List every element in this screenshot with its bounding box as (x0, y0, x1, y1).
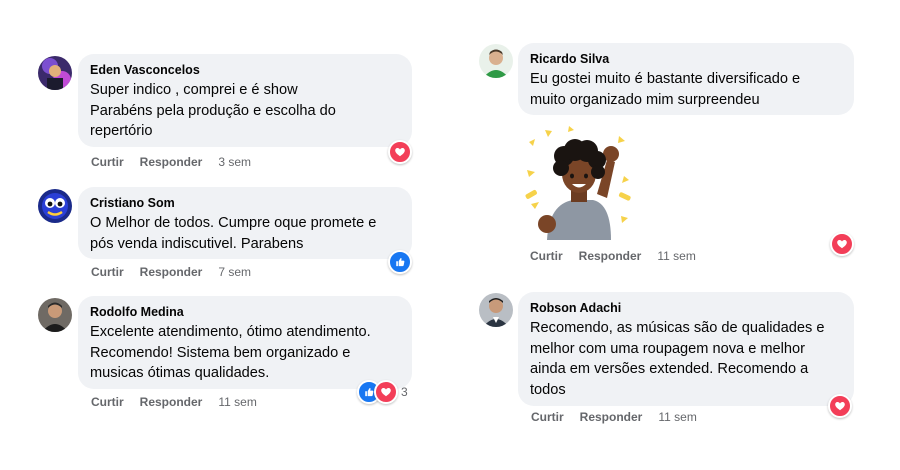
like-icon (388, 250, 412, 274)
comment-timestamp[interactable]: 11 sem (658, 410, 696, 424)
like-button[interactable]: Curtir (531, 410, 564, 424)
avatar[interactable] (479, 293, 513, 327)
comment-timestamp[interactable]: 11 sem (657, 249, 695, 263)
avatar[interactable] (38, 56, 72, 90)
avatar[interactable] (38, 189, 72, 223)
comment-timestamp[interactable]: 7 sem (218, 265, 251, 279)
like-button[interactable]: Curtir (530, 249, 563, 263)
avatar[interactable] (38, 298, 72, 332)
comment-timestamp[interactable]: 3 sem (218, 155, 251, 169)
reply-button[interactable]: Responder (140, 155, 203, 169)
reaction-summary[interactable] (830, 232, 854, 256)
reply-button[interactable]: Responder (579, 249, 642, 263)
comment-actions: Curtir Responder 11 sem (530, 249, 696, 263)
comment-actions: Curtir Responder 3 sem (91, 155, 251, 169)
comment-text: Excelente atendimento, ótimo atendimento… (90, 324, 371, 381)
comment-text: Super indico , comprei e é show Parabéns… (90, 82, 336, 139)
comment-text: Recomendo, as músicas são de qualidades … (530, 320, 825, 398)
love-icon (828, 394, 852, 418)
comment-author[interactable]: Robson Adachi (530, 300, 842, 316)
comment-text: O Melhor de todos. Cumpre oque promete e… (90, 215, 377, 252)
reaction-summary[interactable]: 3 (357, 380, 408, 404)
comment-author[interactable]: Eden Vasconcelos (90, 62, 400, 78)
celebrating-person-sticker[interactable] (519, 120, 639, 240)
reaction-summary[interactable] (388, 140, 412, 164)
comment-bubble: Rodolfo Medina Excelente atendimento, ót… (78, 296, 412, 389)
comment-bubble: Cristiano Som O Melhor de todos. Cumpre … (78, 187, 412, 259)
like-button[interactable]: Curtir (91, 155, 124, 169)
avatar[interactable] (479, 44, 513, 78)
reply-button[interactable]: Responder (140, 395, 203, 409)
reaction-count: 3 (401, 385, 408, 399)
comment-bubble: Eden Vasconcelos Super indico , comprei … (78, 54, 412, 147)
comment-author[interactable]: Cristiano Som (90, 195, 400, 211)
comment-author[interactable]: Rodolfo Medina (90, 304, 400, 320)
comment-actions: Curtir Responder 11 sem (91, 395, 257, 409)
comment-author[interactable]: Ricardo Silva (530, 51, 842, 67)
love-icon (830, 232, 854, 256)
reply-button[interactable]: Responder (580, 410, 643, 424)
reply-button[interactable]: Responder (140, 265, 203, 279)
comment-actions: Curtir Responder 7 sem (91, 265, 251, 279)
like-button[interactable]: Curtir (91, 395, 124, 409)
comment-timestamp[interactable]: 11 sem (218, 395, 256, 409)
reaction-summary[interactable] (388, 250, 412, 274)
love-icon (388, 140, 412, 164)
comment-bubble: Ricardo Silva Eu gostei muito é bastante… (518, 43, 854, 115)
comment-bubble: Robson Adachi Recomendo, as músicas são … (518, 292, 854, 406)
like-button[interactable]: Curtir (91, 265, 124, 279)
comment-text: Eu gostei muito é bastante diversificado… (530, 71, 801, 108)
reaction-summary[interactable] (828, 394, 852, 418)
love-icon (374, 380, 398, 404)
comment-actions: Curtir Responder 11 sem (531, 410, 697, 424)
